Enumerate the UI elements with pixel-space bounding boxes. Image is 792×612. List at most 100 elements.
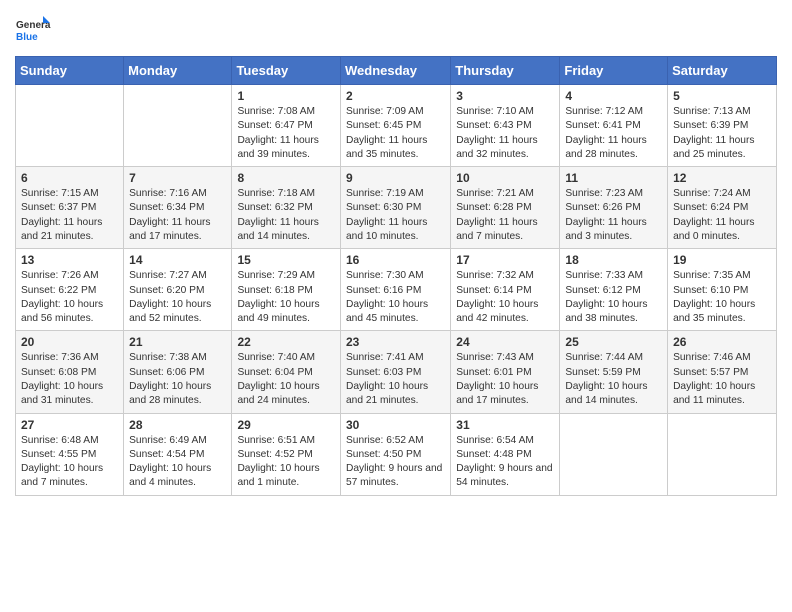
col-tuesday: Tuesday <box>232 57 341 85</box>
day-info: Sunrise: 7:24 AM Sunset: 6:24 PM Dayligh… <box>673 187 771 244</box>
day-info: Sunrise: 7:16 AM Sunset: 6:34 PM Dayligh… <box>129 187 226 244</box>
day-info: Sunrise: 7:36 AM Sunset: 6:08 PM Dayligh… <box>21 351 118 408</box>
calendar-cell: 24 Sunrise: 7:43 AM Sunset: 6:01 PM Dayli… <box>451 331 560 413</box>
calendar-cell: 3Sunrise: 7:10 AM Sunset: 6:43 PM Daylig… <box>451 85 560 167</box>
calendar-cell: 28Sunrise: 6:49 AM Sunset: 4:54 PM Dayli… <box>124 413 232 495</box>
day-number: 15 <box>237 253 335 267</box>
day-number: 17 <box>456 253 554 267</box>
calendar-cell <box>16 85 124 167</box>
day-info: Sunrise: 7:43 AM Sunset: 6:01 PM Dayligh… <box>456 351 554 408</box>
calendar-week-row: 1 Sunrise: 7:08 AM Sunset: 6:47 PM Daylig… <box>16 85 777 167</box>
day-number: 18 <box>565 253 662 267</box>
day-number: 16 <box>346 253 445 267</box>
calendar-week-row: 27 Sunrise: 6:48 AM Sunset: 4:55 PM Dayli… <box>16 413 777 495</box>
day-number: 8 <box>237 171 335 185</box>
calendar-cell: 11 Sunrise: 7:23 AM Sunset: 6:26 PM Dayli… <box>560 167 668 249</box>
day-info: Sunrise: 7:41 AM Sunset: 6:03 PM Dayligh… <box>346 351 445 408</box>
calendar-cell: 6 Sunrise: 7:15 AM Sunset: 6:37 PM Daylig… <box>16 167 124 249</box>
day-number: 21 <box>129 335 226 349</box>
day-number: 1 <box>237 89 335 103</box>
day-info: Sunrise: 6:52 AM Sunset: 4:50 PM Dayligh… <box>346 434 445 491</box>
svg-text:Blue: Blue <box>16 32 38 43</box>
day-info: Sunrise: 6:54 AM Sunset: 4:48 PM Dayligh… <box>456 434 554 491</box>
calendar-week-row: 20 Sunrise: 7:36 AM Sunset: 6:08 PM Dayli… <box>16 331 777 413</box>
day-number: 6 <box>21 171 118 185</box>
day-info: Sunrise: 7:33 AM Sunset: 6:12 PM Dayligh… <box>565 269 662 326</box>
day-number: 19 <box>673 253 771 267</box>
day-info: Sunrise: 7:13 AM Sunset: 6:39 PM Dayligh… <box>673 105 771 162</box>
calendar-cell: 13 Sunrise: 7:26 AM Sunset: 6:22 PM Dayli… <box>16 249 124 331</box>
calendar-cell: 23Sunrise: 7:41 AM Sunset: 6:03 PM Dayli… <box>341 331 451 413</box>
day-info: Sunrise: 7:29 AM Sunset: 6:18 PM Dayligh… <box>237 269 335 326</box>
day-number: 4 <box>565 89 662 103</box>
day-info: Sunrise: 7:46 AM Sunset: 5:57 PM Dayligh… <box>673 351 771 408</box>
logo-svg: General Blue <box>15 14 51 50</box>
calendar: Sunday Monday Tuesday Wednesday Thursday… <box>15 56 777 496</box>
calendar-header-row: Sunday Monday Tuesday Wednesday Thursday… <box>16 57 777 85</box>
calendar-cell: 4 Sunrise: 7:12 AM Sunset: 6:41 PM Daylig… <box>560 85 668 167</box>
col-thursday: Thursday <box>451 57 560 85</box>
day-info: Sunrise: 7:38 AM Sunset: 6:06 PM Dayligh… <box>129 351 226 408</box>
day-number: 13 <box>21 253 118 267</box>
calendar-cell: 14 Sunrise: 7:27 AM Sunset: 6:20 PM Dayli… <box>124 249 232 331</box>
calendar-cell: 21 Sunrise: 7:38 AM Sunset: 6:06 PM Dayli… <box>124 331 232 413</box>
calendar-cell: 18 Sunrise: 7:33 AM Sunset: 6:12 PM Dayli… <box>560 249 668 331</box>
calendar-cell: 29 Sunrise: 6:51 AM Sunset: 4:52 PM Dayli… <box>232 413 341 495</box>
day-info: Sunrise: 7:40 AM Sunset: 6:04 PM Dayligh… <box>237 351 335 408</box>
day-info: Sunrise: 7:26 AM Sunset: 6:22 PM Dayligh… <box>21 269 118 326</box>
calendar-cell: 9Sunrise: 7:19 AM Sunset: 6:30 PM Daylig… <box>341 167 451 249</box>
calendar-cell: 17Sunrise: 7:32 AM Sunset: 6:14 PM Dayli… <box>451 249 560 331</box>
day-number: 26 <box>673 335 771 349</box>
calendar-cell: 8 Sunrise: 7:18 AM Sunset: 6:32 PM Daylig… <box>232 167 341 249</box>
calendar-cell <box>560 413 668 495</box>
day-number: 20 <box>21 335 118 349</box>
day-info: Sunrise: 7:10 AM Sunset: 6:43 PM Dayligh… <box>456 105 554 162</box>
day-info: Sunrise: 7:23 AM Sunset: 6:26 PM Dayligh… <box>565 187 662 244</box>
day-number: 29 <box>237 418 335 432</box>
page: General Blue Sunday Monday Tuesday Wedne… <box>0 0 792 511</box>
col-monday: Monday <box>124 57 232 85</box>
day-info: Sunrise: 7:08 AM Sunset: 6:47 PM Dayligh… <box>237 105 335 162</box>
calendar-cell: 19 Sunrise: 7:35 AM Sunset: 6:10 PM Dayli… <box>668 249 777 331</box>
calendar-week-row: 13 Sunrise: 7:26 AM Sunset: 6:22 PM Dayli… <box>16 249 777 331</box>
day-number: 11 <box>565 171 662 185</box>
calendar-cell: 16Sunrise: 7:30 AM Sunset: 6:16 PM Dayli… <box>341 249 451 331</box>
day-info: Sunrise: 7:18 AM Sunset: 6:32 PM Dayligh… <box>237 187 335 244</box>
day-info: Sunrise: 6:49 AM Sunset: 4:54 PM Dayligh… <box>129 434 226 491</box>
calendar-cell: 10Sunrise: 7:21 AM Sunset: 6:28 PM Dayli… <box>451 167 560 249</box>
col-friday: Friday <box>560 57 668 85</box>
day-info: Sunrise: 6:48 AM Sunset: 4:55 PM Dayligh… <box>21 434 118 491</box>
calendar-cell: 25Sunrise: 7:44 AM Sunset: 5:59 PM Dayli… <box>560 331 668 413</box>
day-info: Sunrise: 7:15 AM Sunset: 6:37 PM Dayligh… <box>21 187 118 244</box>
day-number: 14 <box>129 253 226 267</box>
day-info: Sunrise: 7:35 AM Sunset: 6:10 PM Dayligh… <box>673 269 771 326</box>
day-info: Sunrise: 7:12 AM Sunset: 6:41 PM Dayligh… <box>565 105 662 162</box>
calendar-cell <box>124 85 232 167</box>
calendar-week-row: 6 Sunrise: 7:15 AM Sunset: 6:37 PM Daylig… <box>16 167 777 249</box>
day-number: 30 <box>346 418 445 432</box>
day-number: 12 <box>673 171 771 185</box>
day-info: Sunrise: 6:51 AM Sunset: 4:52 PM Dayligh… <box>237 434 335 491</box>
calendar-cell: 15 Sunrise: 7:29 AM Sunset: 6:18 PM Dayli… <box>232 249 341 331</box>
header: General Blue <box>15 10 777 50</box>
col-sunday: Sunday <box>16 57 124 85</box>
calendar-cell: 26 Sunrise: 7:46 AM Sunset: 5:57 PM Dayli… <box>668 331 777 413</box>
logo: General Blue <box>15 14 51 50</box>
calendar-cell: 20 Sunrise: 7:36 AM Sunset: 6:08 PM Dayli… <box>16 331 124 413</box>
day-number: 27 <box>21 418 118 432</box>
col-wednesday: Wednesday <box>341 57 451 85</box>
calendar-cell: 5Sunrise: 7:13 AM Sunset: 6:39 PM Daylig… <box>668 85 777 167</box>
day-number: 7 <box>129 171 226 185</box>
day-number: 2 <box>346 89 445 103</box>
day-info: Sunrise: 7:09 AM Sunset: 6:45 PM Dayligh… <box>346 105 445 162</box>
calendar-cell: 1 Sunrise: 7:08 AM Sunset: 6:47 PM Daylig… <box>232 85 341 167</box>
calendar-cell: 31 Sunrise: 6:54 AM Sunset: 4:48 PM Dayli… <box>451 413 560 495</box>
calendar-cell: 2 Sunrise: 7:09 AM Sunset: 6:45 PM Daylig… <box>341 85 451 167</box>
day-number: 31 <box>456 418 554 432</box>
day-number: 24 <box>456 335 554 349</box>
day-number: 25 <box>565 335 662 349</box>
day-info: Sunrise: 7:27 AM Sunset: 6:20 PM Dayligh… <box>129 269 226 326</box>
day-number: 22 <box>237 335 335 349</box>
calendar-cell: 27 Sunrise: 6:48 AM Sunset: 4:55 PM Dayli… <box>16 413 124 495</box>
day-info: Sunrise: 7:21 AM Sunset: 6:28 PM Dayligh… <box>456 187 554 244</box>
